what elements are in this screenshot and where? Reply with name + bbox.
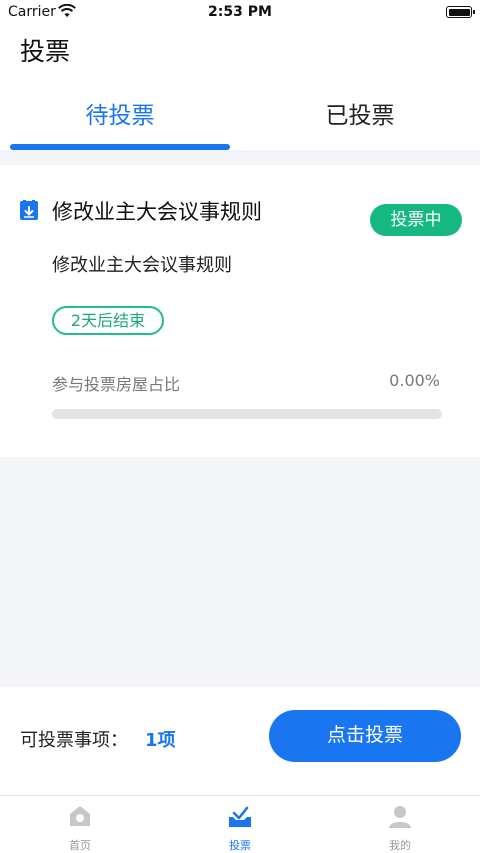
tabbar-label-home: 首页 [69,839,91,852]
vote-item-title: 修改业主大会议事规则 [52,200,262,224]
participation-ratio-label: 参与投票房屋占比 [52,375,181,394]
battery-icon [446,6,475,18]
ballot-box-icon [20,200,38,220]
profile-icon [389,806,411,828]
tab-voted[interactable]: 已投票 [240,96,480,130]
votable-items-count: 1项 [145,730,176,751]
bottom-tab-bar: 首页 投票 我的 [0,795,480,853]
vote-item-description: 修改业主大会议事规则 [52,255,232,276]
participation-ratio-value: 0.00% [389,371,440,390]
vote-icon [229,806,251,827]
tab-indicator [10,144,230,150]
participation-progress-bar [52,409,442,419]
action-bar: 可投票事项： 1项 点击投票 [0,685,480,795]
tabbar-item-home[interactable]: 首页 [0,796,160,853]
vote-item-card[interactable]: 修改业主大会议事规则 投票中 修改业主大会议事规则 2天后结束 参与投票房屋占比… [0,165,480,457]
tabbar-label-profile: 我的 [389,839,411,852]
deadline-badge: 2天后结束 [52,306,164,335]
home-icon [70,806,90,826]
tabbar-item-profile[interactable]: 我的 [320,796,480,853]
status-badge: 投票中 [370,204,462,236]
tabbar-label-vote: 投票 [229,839,251,852]
status-time: 2:53 PM [208,4,272,20]
votable-items-label: 可投票事项： [20,730,128,751]
tabbar-item-vote[interactable]: 投票 [160,796,320,853]
vote-button[interactable]: 点击投票 [269,710,461,762]
status-bar: Carrier 2:53 PM [0,0,480,26]
page-title: 投票 [20,37,71,66]
tab-pending[interactable]: 待投票 [0,96,240,130]
page-header: 投票 待投票 已投票 [0,26,480,150]
